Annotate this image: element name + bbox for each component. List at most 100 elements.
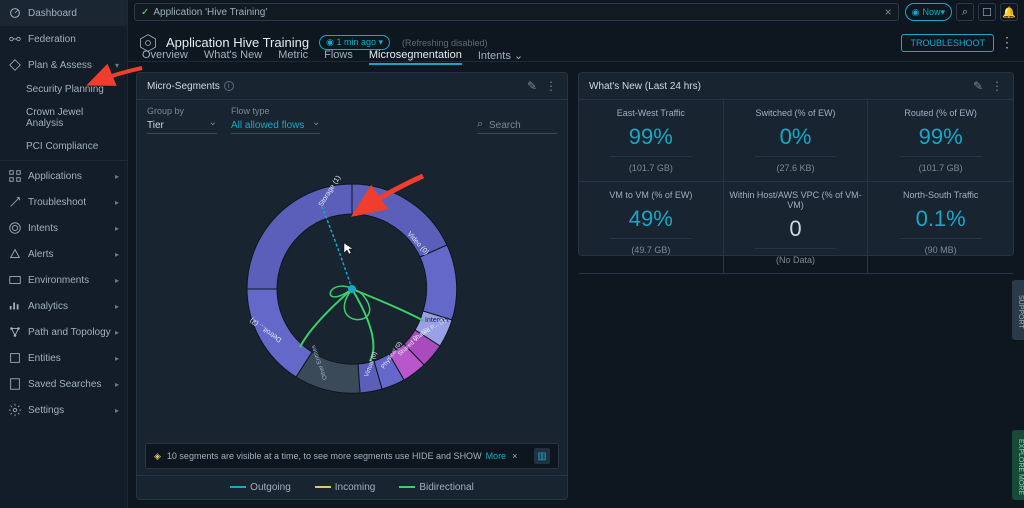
nav-label: PCI Compliance: [26, 141, 98, 152]
panel-header: What's New (Last 24 hrs) ✎ ⋮: [579, 73, 1013, 100]
chevron-right-icon: ▸: [115, 276, 119, 285]
alerts-icon: [8, 247, 22, 261]
nav-label: Path and Topology: [28, 327, 111, 338]
support-tab[interactable]: SUPPORT: [1012, 280, 1024, 340]
search-chip-text: Application 'Hive Training': [153, 7, 267, 18]
tab-microsegmentation[interactable]: Microsegmentation: [369, 49, 462, 65]
segment-detroit[interactable]: [247, 289, 312, 377]
stat-within-host[interactable]: Within Host/AWS VPC (% of VM-VM) 0 (No D…: [724, 182, 869, 274]
microsegments-panel: Micro-Segments i ✎ ⋮ Group by Tier Flow …: [136, 72, 568, 500]
chevron-down-icon: ▾: [115, 61, 119, 70]
view-toggle-icon[interactable]: ▥: [534, 448, 550, 464]
search-icon[interactable]: ⌕: [956, 3, 974, 21]
segment-top-left[interactable]: [247, 184, 352, 289]
nav-applications[interactable]: Applications▸: [0, 163, 127, 189]
group-by-label: Group by: [147, 106, 217, 116]
stat-east-west[interactable]: East-West Traffic 99% (101.7 GB): [579, 100, 724, 182]
stat-vm-to-vm[interactable]: VM to VM (% of EW) 49% (49.7 GB): [579, 182, 724, 274]
edit-icon[interactable]: ✎: [527, 79, 537, 93]
stat-switched[interactable]: Switched (% of EW) 0% (27.6 KB): [724, 100, 869, 182]
chevron-right-icon: ▸: [115, 406, 119, 415]
nav-label: Applications: [28, 171, 82, 182]
entities-icon: [8, 351, 22, 365]
nav-intents[interactable]: Intents▸: [0, 215, 127, 241]
group-by-dropdown[interactable]: Tier: [147, 118, 217, 134]
close-icon[interactable]: ×: [885, 5, 892, 19]
stat-label: Within Host/AWS VPC (% of VM-VM): [728, 190, 864, 210]
bell-icon[interactable]: 🔔: [1000, 3, 1018, 21]
stat-label: Routed (% of EW): [872, 108, 1009, 118]
dashboard-icon: [8, 6, 22, 20]
nav-path-topology[interactable]: Path and Topology▸: [0, 319, 127, 345]
tab-flows[interactable]: Flows: [324, 49, 353, 65]
kebab-menu-icon[interactable]: ⋮: [545, 79, 557, 93]
flow-outgoing: [322, 207, 352, 289]
nav-entities[interactable]: Entities▸: [0, 345, 127, 371]
refresh-status: (Refreshing disabled): [402, 38, 488, 48]
nav-alerts[interactable]: Alerts▸: [0, 241, 127, 267]
stat-sub: (101.7 GB): [583, 163, 719, 173]
tab-whats-new[interactable]: What's New: [204, 49, 262, 65]
tabs: Overview What's New Metric Flows Microse…: [142, 49, 1024, 65]
flow-bidir: [300, 289, 352, 347]
nav-federation[interactable]: Federation: [0, 26, 127, 52]
chevron-right-icon: ▸: [115, 250, 119, 259]
stat-routed[interactable]: Routed (% of EW) 99% (101.7 GB): [868, 100, 1013, 182]
chart-legend: Outgoing Incoming Bidirectional: [137, 475, 567, 499]
segment-search-input[interactable]: Search: [477, 118, 557, 134]
segment-storage[interactable]: [352, 184, 447, 257]
segment-video[interactable]: [420, 245, 457, 320]
nav-label: Troubleshoot: [28, 197, 86, 208]
nav-label: Plan & Assess: [28, 60, 92, 71]
settings-icon: [8, 403, 22, 417]
bookmark-icon[interactable]: ☐: [978, 3, 996, 21]
donut-chart[interactable]: Storage (1) Video (0) Internet (215) Sha…: [137, 134, 567, 443]
environments-icon: [8, 273, 22, 287]
time-now-button[interactable]: ◉ Now ▾: [905, 3, 952, 21]
nav-saved-searches[interactable]: Saved Searches▸: [0, 371, 127, 397]
nav-security-planning[interactable]: Security Planning: [0, 78, 127, 101]
saved-searches-icon: [8, 377, 22, 391]
hint-text: 10 segments are visible at a time, to se…: [167, 451, 482, 461]
tab-intents[interactable]: Intents ⌄: [478, 49, 523, 65]
time-ago-badge[interactable]: ◉ 1 min ago ▾: [319, 35, 390, 50]
stat-value: 99%: [872, 124, 1009, 150]
search-pill[interactable]: ✓ Application 'Hive Training' ×: [134, 3, 899, 21]
hint-more-link[interactable]: More: [486, 451, 507, 461]
panel-header: Micro-Segments i ✎ ⋮: [137, 73, 567, 100]
chevron-right-icon: ▸: [115, 198, 119, 207]
nav-label: Security Planning: [26, 84, 104, 95]
nav-label: Federation: [28, 34, 76, 45]
panel-title: Micro-Segments: [147, 81, 220, 92]
nav-analytics[interactable]: Analytics▸: [0, 293, 127, 319]
hint-bar: ◈ 10 segments are visible at a time, to …: [145, 443, 559, 469]
stat-value: 0%: [728, 124, 864, 150]
tab-metric[interactable]: Metric: [278, 49, 308, 65]
nav-settings[interactable]: Settings ▸: [0, 397, 127, 423]
nav-label: Settings: [28, 405, 64, 416]
check-icon: ✓: [141, 7, 149, 18]
nav-crown-jewel[interactable]: Crown Jewel Analysis: [0, 101, 127, 135]
nav-troubleshoot[interactable]: Troubleshoot ▸: [0, 189, 127, 215]
close-icon[interactable]: ×: [512, 451, 517, 461]
nav-pci-compliance[interactable]: PCI Compliance: [0, 135, 127, 158]
group-by-control: Group by Tier: [147, 106, 217, 134]
info-icon[interactable]: i: [224, 81, 234, 91]
center-node[interactable]: [348, 285, 356, 293]
edit-icon[interactable]: ✎: [973, 79, 983, 93]
nav-environments[interactable]: Environments▸: [0, 267, 127, 293]
flow-type-dropdown[interactable]: All allowed flows: [231, 118, 320, 134]
nav-plan-assess[interactable]: Plan & Assess ▾: [0, 52, 127, 78]
legend-incoming: Incoming: [315, 482, 376, 493]
legend-bidirectional: Bidirectional: [399, 482, 473, 493]
page-title: Application Hive Training: [166, 35, 309, 50]
stat-value: 0: [728, 216, 864, 242]
panel-title: What's New (Last 24 hrs): [589, 81, 701, 92]
stat-north-south[interactable]: North-South Traffic 0.1% (90 MB): [868, 182, 1013, 274]
stats-grid: East-West Traffic 99% (101.7 GB) Switche…: [579, 100, 1013, 274]
nav-dashboard[interactable]: Dashboard: [0, 0, 127, 26]
tab-overview[interactable]: Overview: [142, 49, 188, 65]
explore-tab[interactable]: EXPLORE MORE: [1012, 430, 1024, 500]
kebab-menu-icon[interactable]: ⋮: [991, 79, 1003, 93]
plan-assess-icon: [8, 58, 22, 72]
